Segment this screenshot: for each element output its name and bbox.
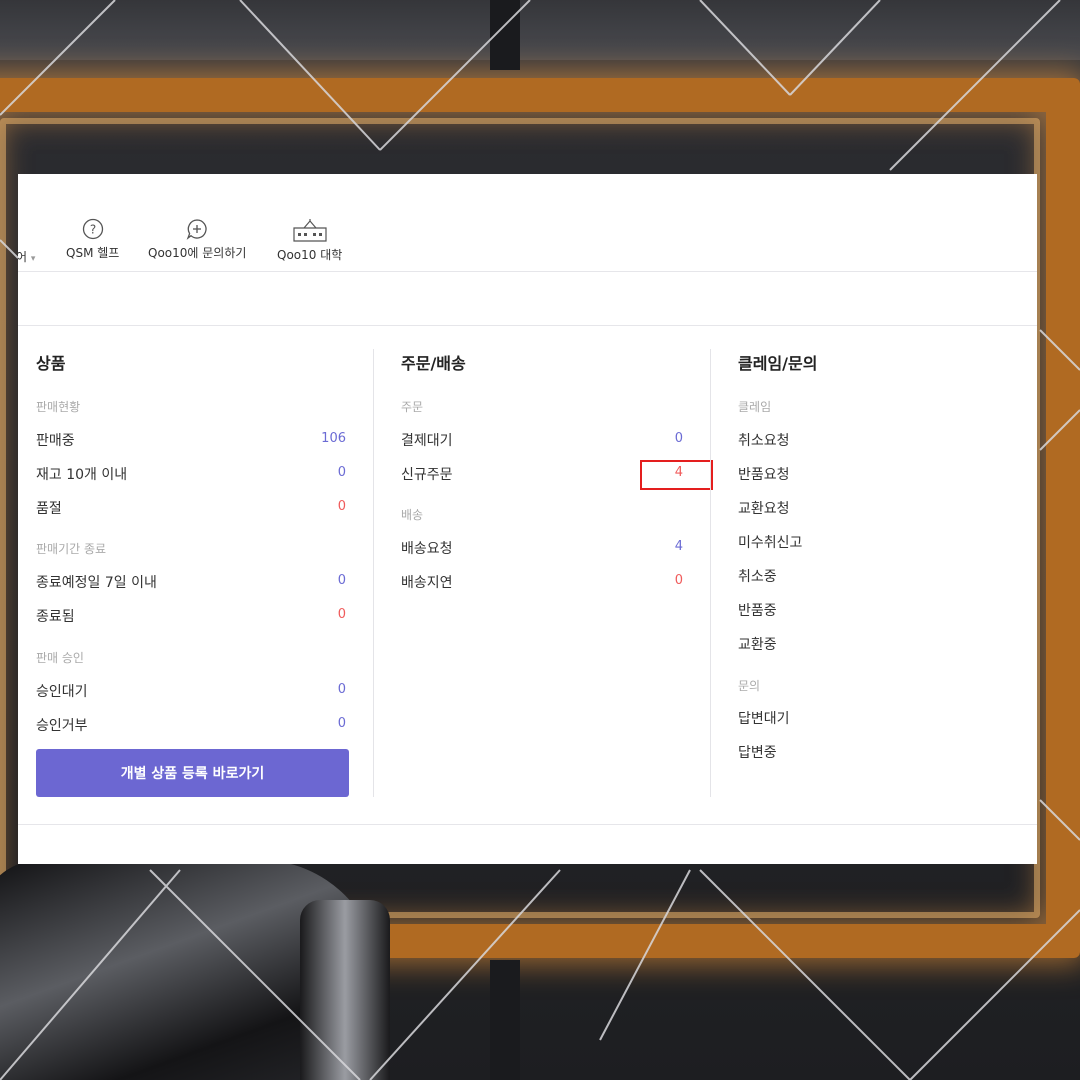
chevron-down-icon: ▾ (30, 254, 36, 264)
orders-title: 주문/배송 (401, 354, 466, 373)
on-sale-count[interactable]: 106 (286, 431, 346, 446)
low-stock-link[interactable]: 재고 10개 이내 (36, 464, 127, 484)
question-circle-icon: ? (82, 218, 103, 240)
cancel-request-link[interactable]: 취소요청 (738, 430, 790, 450)
chat-plus-icon (186, 219, 207, 240)
ended-count[interactable]: 0 (286, 607, 346, 622)
shipping-heading: 배송 (401, 508, 424, 522)
svg-text:?: ? (89, 223, 95, 237)
not-received-report-link[interactable]: 미수취신고 (738, 532, 802, 552)
shipping-request-count[interactable]: 4 (623, 539, 683, 554)
column-divider (710, 349, 711, 797)
sales-status-heading: 판매현황 (36, 400, 81, 414)
on-sale-link[interactable]: 판매중 (36, 430, 75, 450)
return-request-link[interactable]: 반품요청 (738, 464, 790, 484)
shipping-request-link[interactable]: 배송요청 (401, 538, 453, 558)
returning-link[interactable]: 반품중 (738, 600, 777, 620)
qsm-help-label: QSM 헬프 (66, 246, 120, 260)
exchange-request-link[interactable]: 교환요청 (738, 498, 790, 518)
shipping-delay-count[interactable]: 0 (623, 573, 683, 588)
sold-out-count[interactable]: 0 (286, 499, 346, 514)
highlight-box (640, 460, 713, 490)
sales-period-end-heading: 판매기간 종료 (36, 542, 107, 556)
sold-out-link[interactable]: 품절 (36, 498, 62, 518)
awaiting-payment-link[interactable]: 결제대기 (401, 430, 453, 450)
claims-title: 클레임/문의 (738, 354, 818, 373)
awaiting-approval-count[interactable]: 0 (286, 682, 346, 697)
dashboard-screenshot: 어 ▾ ? QSM 헬프 Qoo10에 문의하기 Qoo10 대학 상품 판매현… (18, 174, 1037, 864)
bottom-divider (18, 824, 1037, 825)
language-selector[interactable]: 어 ▾ (18, 248, 35, 265)
register-product-button[interactable]: 개별 상품 등록 바로가기 (36, 749, 349, 797)
exchanging-link[interactable]: 교환중 (738, 634, 777, 654)
ended-link[interactable]: 종료됨 (36, 606, 75, 626)
qsm-help-button[interactable]: ? QSM 헬프 (66, 218, 119, 261)
awaiting-payment-count[interactable]: 0 (623, 431, 683, 446)
qoo10-university-button[interactable]: Qoo10 대학 (277, 218, 342, 263)
answering-link[interactable]: 답변중 (738, 742, 777, 762)
column-divider (373, 349, 374, 797)
contact-qoo10-button[interactable]: Qoo10에 문의하기 (148, 218, 246, 261)
ending-within-7-days-count[interactable]: 0 (286, 573, 346, 588)
approval-rejected-link[interactable]: 승인거부 (36, 715, 88, 735)
contact-qoo10-label: Qoo10에 문의하기 (148, 246, 247, 260)
awaiting-approval-link[interactable]: 승인대기 (36, 681, 88, 701)
qoo10-university-label: Qoo10 대학 (277, 248, 343, 262)
blank-strip (18, 272, 1037, 326)
order-heading: 주문 (401, 400, 424, 414)
cancelling-link[interactable]: 취소중 (738, 566, 777, 586)
language-selector-label: 어 (18, 250, 28, 264)
claim-heading: 클레임 (738, 400, 772, 414)
top-toolbar: 어 ▾ ? QSM 헬프 Qoo10에 문의하기 Qoo10 대학 (18, 174, 1037, 272)
inquiry-heading: 문의 (738, 679, 761, 693)
approval-rejected-count[interactable]: 0 (286, 716, 346, 731)
school-building-icon (293, 219, 327, 242)
sales-approval-heading: 판매 승인 (36, 651, 84, 665)
new-order-link[interactable]: 신규주문 (401, 464, 453, 484)
ending-within-7-days-link[interactable]: 종료예정일 7일 이내 (36, 572, 157, 592)
shipping-delay-link[interactable]: 배송지연 (401, 572, 453, 592)
low-stock-count[interactable]: 0 (286, 465, 346, 480)
awaiting-answer-link[interactable]: 답변대기 (738, 708, 790, 728)
products-title: 상품 (36, 354, 66, 373)
